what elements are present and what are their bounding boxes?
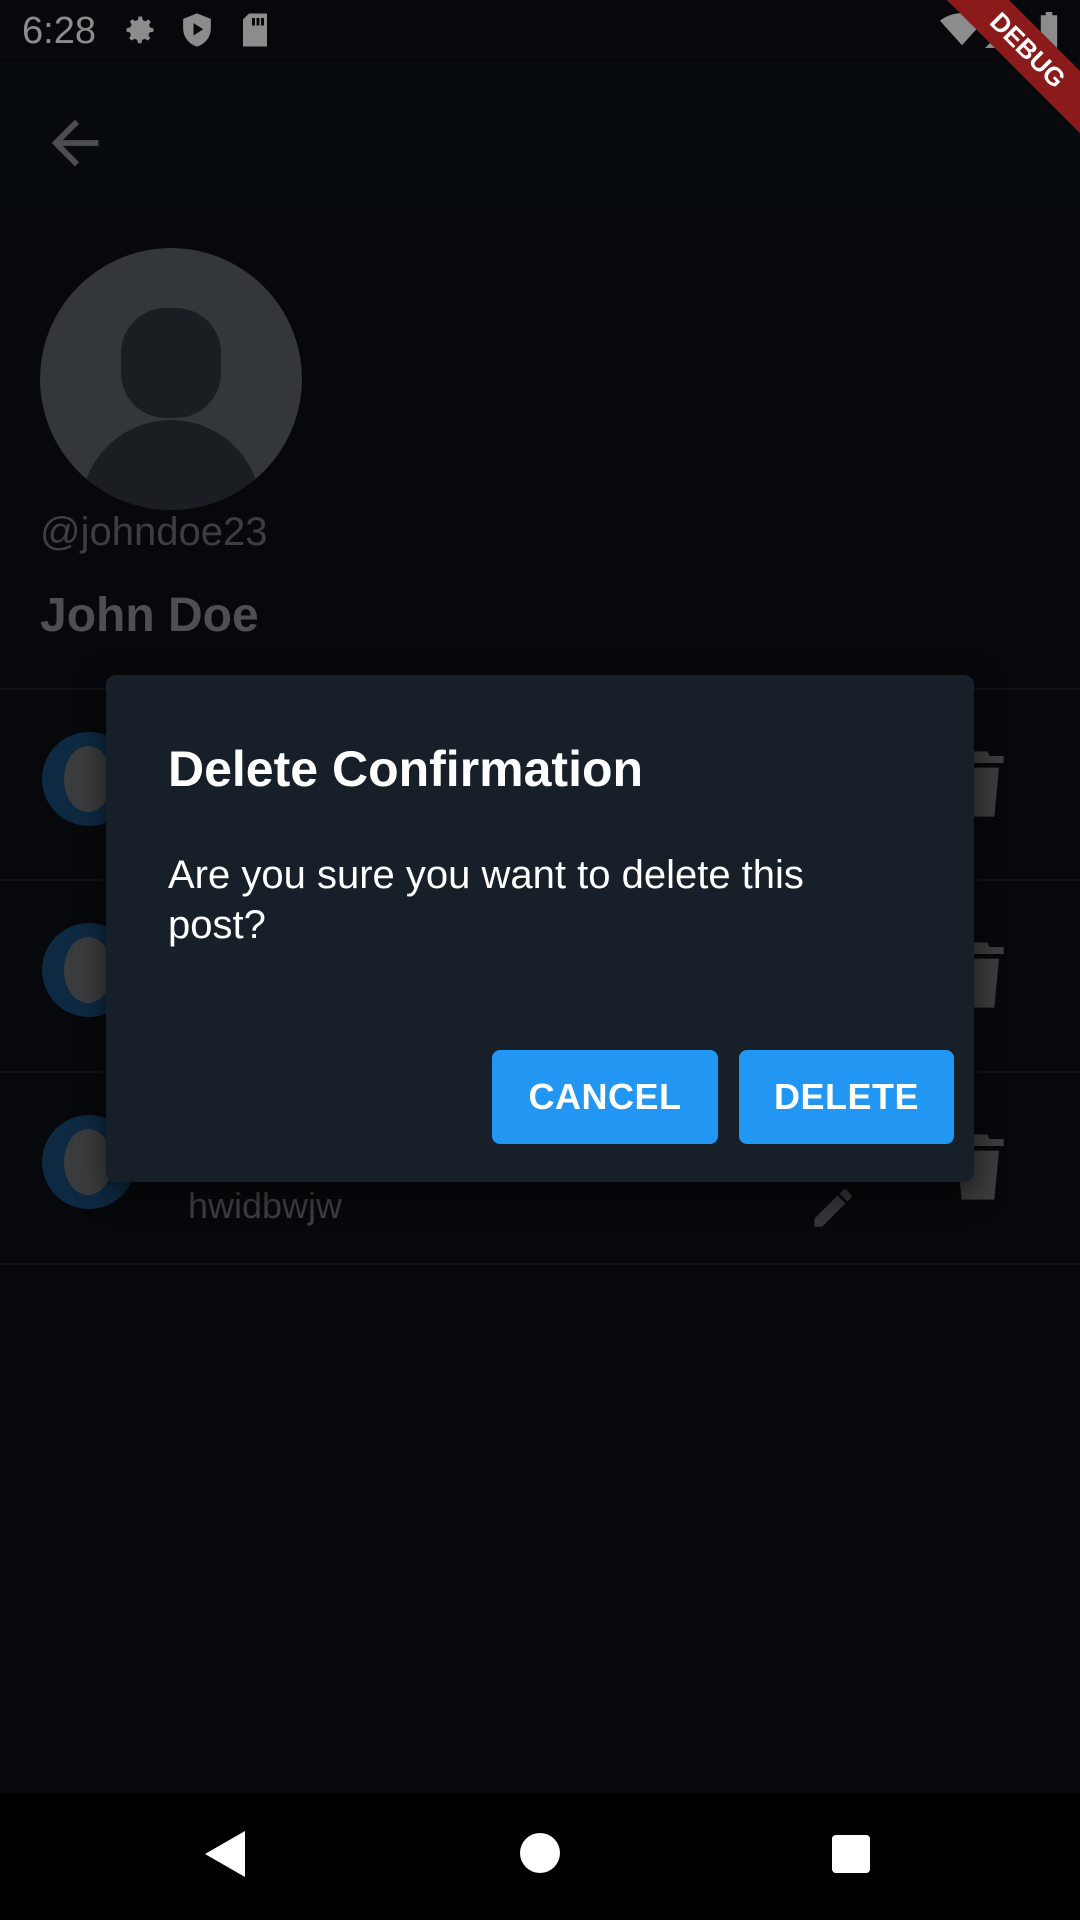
debug-banner: DEBUG [930,0,1080,150]
recents-square-icon[interactable] [832,1835,870,1878]
dialog-message: Are you sure you want to delete this pos… [168,853,804,947]
back-triangle-icon[interactable] [205,1831,245,1882]
home-circle-icon[interactable] [520,1833,560,1878]
delete-button[interactable]: DELETE [739,1050,954,1144]
cancel-button[interactable]: CANCEL [492,1050,718,1144]
debug-label: DEBUG [930,0,1080,150]
delete-confirmation-dialog: Delete Confirmation Are you sure you wan… [106,675,974,1182]
navigation-bar [0,1793,1080,1920]
dialog-title: Delete Confirmation [168,741,644,797]
